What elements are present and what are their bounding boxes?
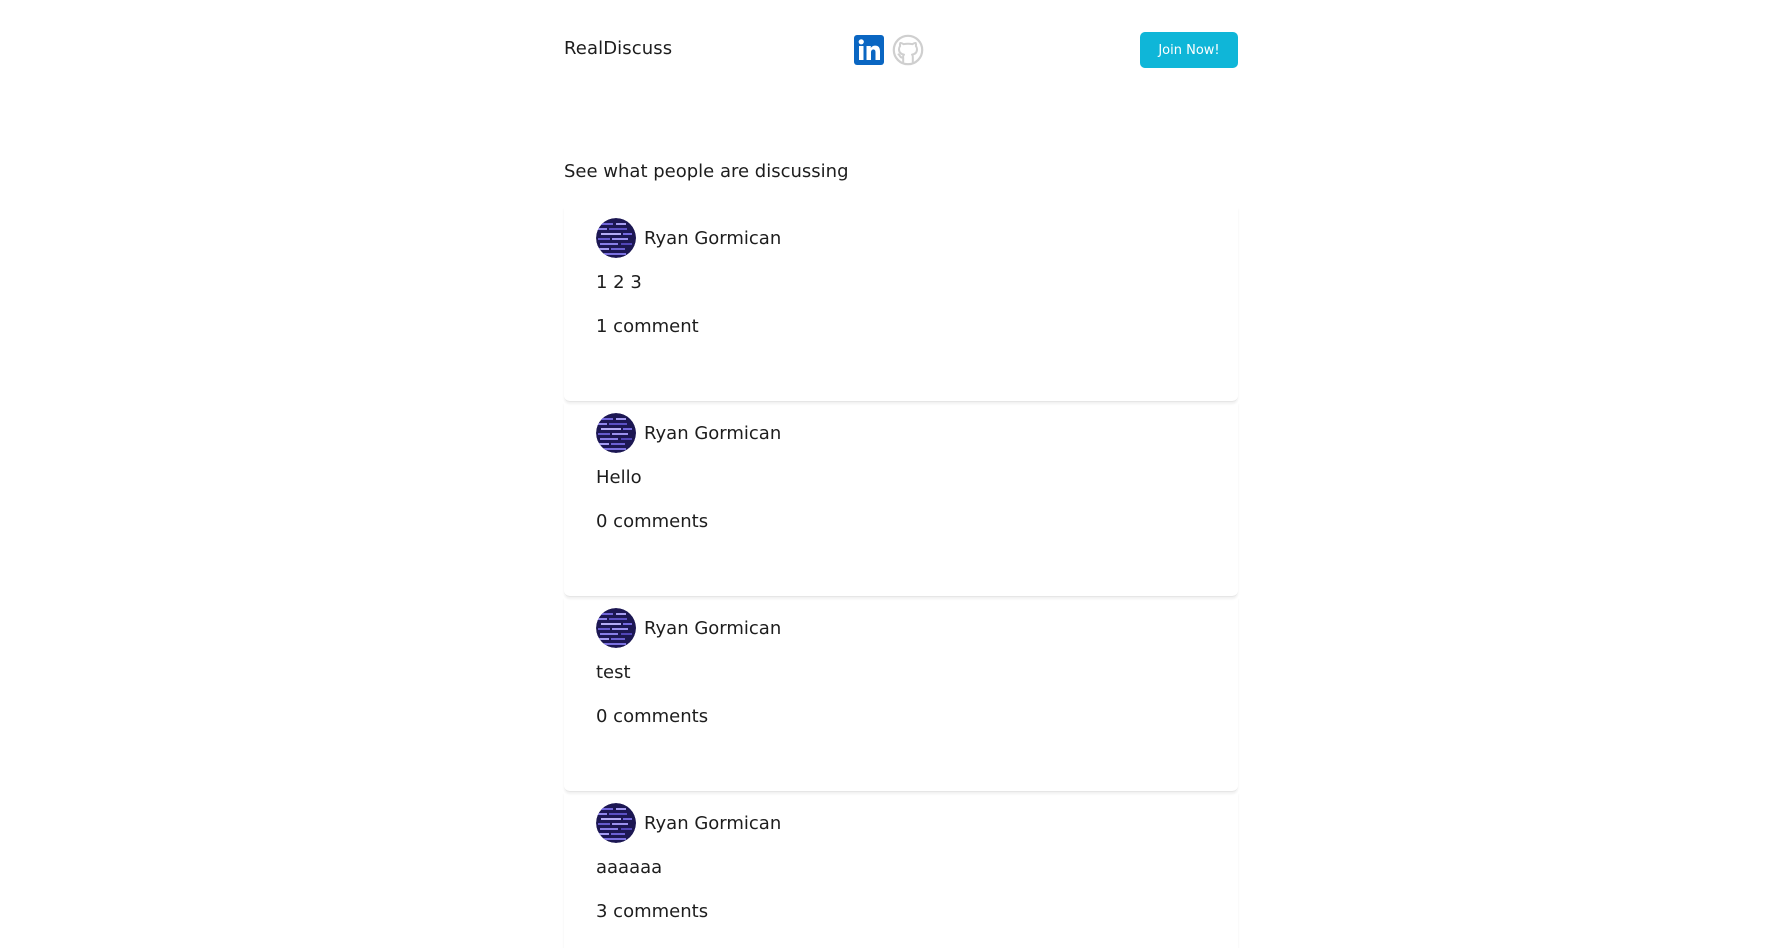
post-author: Ryan Gormican	[596, 803, 781, 843]
linkedin-icon[interactable]	[853, 34, 885, 66]
post-text: aaaaaa	[596, 857, 663, 878]
avatar[interactable]	[596, 413, 636, 453]
post-card[interactable]: Ryan Gormican Hello 0 comments	[564, 402, 1238, 597]
avatar[interactable]	[596, 803, 636, 843]
post-text: Hello	[596, 467, 642, 488]
post-author: Ryan Gormican	[596, 608, 781, 648]
avatar[interactable]	[596, 608, 636, 648]
comments-link[interactable]: 0 comments	[596, 704, 781, 730]
post-author: Ryan Gormican	[596, 218, 781, 258]
post-text: test	[596, 662, 631, 683]
author-name[interactable]: Ryan Gormican	[644, 228, 781, 249]
author-name[interactable]: Ryan Gormican	[644, 423, 781, 444]
comments-link[interactable]: 0 comments	[596, 509, 781, 535]
post-list: Ryan Gormican 1 2 3 1 comment Ryan Gormi…	[564, 207, 1238, 948]
author-name[interactable]: Ryan Gormican	[644, 813, 781, 834]
page-container: RealDiscuss Join Now! See what people ar…	[564, 0, 1238, 922]
section-title: See what people are discussing	[564, 161, 849, 182]
comments-link[interactable]: 3 comments	[596, 899, 781, 925]
post-text: 1 2 3	[596, 272, 642, 293]
post-card[interactable]: Ryan Gormican test 0 comments	[564, 597, 1238, 792]
github-icon[interactable]	[892, 34, 924, 66]
post-author: Ryan Gormican	[596, 413, 781, 453]
header: RealDiscuss Join Now!	[564, 0, 1238, 100]
comments-link[interactable]: 1 comment	[596, 314, 781, 340]
social-links	[853, 34, 924, 66]
avatar[interactable]	[596, 218, 636, 258]
join-now-button[interactable]: Join Now!	[1140, 32, 1238, 68]
post-card[interactable]: Ryan Gormican aaaaaa 3 comments	[564, 792, 1238, 948]
author-name[interactable]: Ryan Gormican	[644, 618, 781, 639]
post-card[interactable]: Ryan Gormican 1 2 3 1 comment	[564, 207, 1238, 402]
brand-logo-text[interactable]: RealDiscuss	[564, 38, 672, 59]
